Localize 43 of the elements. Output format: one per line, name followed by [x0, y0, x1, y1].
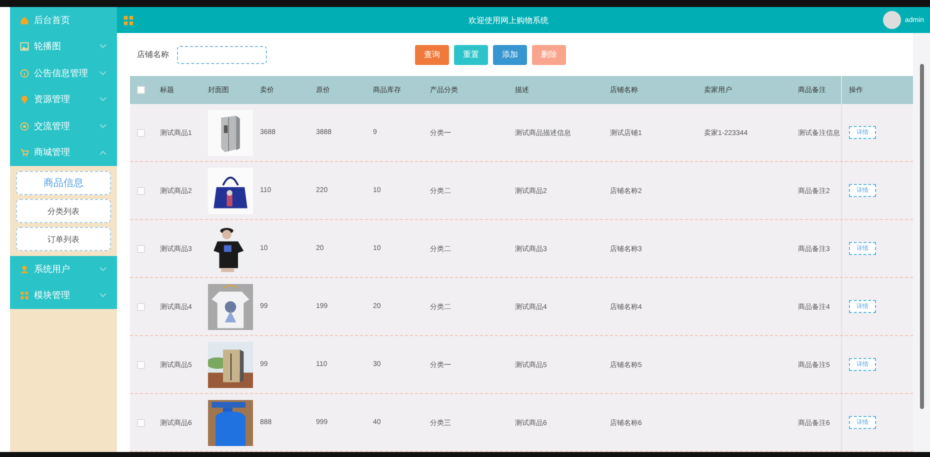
chevron-icon	[99, 44, 107, 50]
sidebar-item[interactable]: 公告信息管理	[10, 60, 117, 86]
menu-icon	[20, 42, 29, 52]
menu-icon	[20, 122, 29, 131]
reset-button[interactable]: 重置	[454, 44, 488, 64]
scrollbar[interactable]	[913, 33, 930, 452]
menu-icon	[20, 148, 29, 158]
app-title: 欢迎使用网上购物系统	[467, 14, 550, 26]
row-checkbox[interactable]	[137, 186, 145, 194]
sidebar-item[interactable]: 资源管理	[10, 86, 117, 113]
menu-icon	[20, 95, 29, 104]
search-field[interactable]	[177, 46, 267, 64]
submenu-item[interactable]: 分类列表	[16, 199, 111, 223]
chevron-icon	[99, 124, 107, 129]
sidebar-item[interactable]: 系统用户	[10, 256, 117, 282]
delete-button[interactable]: 删除	[532, 44, 566, 64]
chevron-icon	[99, 70, 107, 76]
submenu-item[interactable]: 订单列表	[16, 227, 111, 251]
menu-icon	[20, 291, 29, 300]
menu-icon	[20, 264, 29, 274]
row-checkbox[interactable]	[137, 360, 145, 368]
chevron-icon	[99, 266, 107, 272]
sidebar-item[interactable]: 商城管理	[10, 140, 117, 166]
row-checkbox[interactable]	[137, 302, 145, 310]
sidebar-item[interactable]: 后台首页	[10, 7, 117, 34]
menu-icon	[20, 68, 29, 78]
sidebar-item[interactable]: 模块管理	[10, 282, 117, 309]
avatar[interactable]	[882, 11, 901, 29]
sidebar-item[interactable]: 交流管理	[10, 113, 117, 140]
add-button[interactable]: 添加	[493, 44, 527, 64]
menu-icon	[20, 16, 29, 25]
search-label: 店铺名称	[137, 49, 169, 60]
sidebar-item[interactable]: 轮播图	[10, 34, 117, 60]
select-all-checkbox[interactable]	[137, 86, 145, 94]
row-checkbox[interactable]	[137, 244, 145, 252]
submenu-item[interactable]: 商品信息	[16, 171, 111, 195]
chevron-icon	[99, 97, 107, 102]
search-button[interactable]: 查询	[415, 44, 449, 64]
chevron-icon	[99, 150, 107, 156]
row-checkbox[interactable]	[137, 128, 145, 136]
grid-icon[interactable]	[123, 14, 134, 26]
chevron-icon	[99, 293, 107, 298]
row-checkbox[interactable]	[137, 418, 145, 426]
